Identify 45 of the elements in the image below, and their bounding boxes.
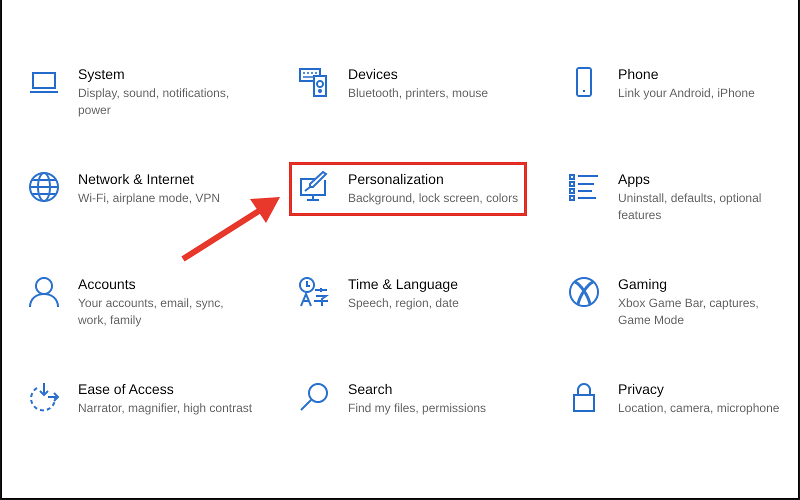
tile-title: Time & Language — [348, 275, 459, 293]
tile-title: Personalization — [348, 170, 445, 188]
tile-description: Location, camera, microphone — [618, 400, 780, 417]
tile-title: Search — [348, 380, 394, 398]
tile-description: Link your Android, iPhone — [618, 85, 755, 102]
dashed-circle-arrow-icon — [28, 381, 60, 413]
tile-title: System — [78, 65, 126, 83]
tile-description: Find my files, permissions — [348, 400, 486, 417]
settings-tile[interactable]: Search Find my files, permissions — [289, 372, 496, 426]
list-icon — [568, 171, 600, 203]
tile-description: Xbox Game Bar, captures, Game Mode — [618, 295, 760, 329]
tile-description: Display, sound, notifications, power — [78, 85, 230, 119]
search-icon — [298, 381, 330, 413]
settings-tile[interactable]: Devices Bluetooth, printers, mouse — [289, 57, 498, 111]
globe-icon — [28, 171, 60, 203]
tile-title: Devices — [348, 65, 399, 83]
tile-description: Your accounts, email, sync, work, family — [78, 295, 225, 329]
monitor-brush-icon — [298, 171, 330, 203]
tile-description: Uninstall, defaults, optional features — [618, 190, 762, 224]
settings-tile[interactable]: Apps Uninstall, defaults, optional features — [559, 162, 797, 233]
settings-tile[interactable]: Ease of Access Narrator, magnifier, high contrast — [19, 372, 262, 426]
tile-description: Bluetooth, printers, mouse — [348, 85, 488, 102]
settings-tile[interactable]: Time & Language Speech, region, date — [289, 267, 468, 321]
keyboard-speaker-icon — [298, 66, 330, 98]
tile-description: Narrator, magnifier, high contrast — [78, 400, 252, 417]
clock-letters-icon — [298, 276, 330, 308]
settings-tile[interactable]: Network & Internet Wi-Fi, airplane mode, VPN — [19, 162, 230, 216]
settings-tile[interactable]: Personalization Background, lock screen, colors — [289, 162, 528, 216]
settings-tile[interactable]: Gaming Xbox Game Bar, captures, Game Mode — [559, 267, 797, 338]
tile-description: Speech, region, date — [348, 295, 459, 312]
tile-title: Ease of Access — [78, 380, 175, 398]
tile-title: Phone — [618, 65, 660, 83]
tile-title: Network & Internet — [78, 170, 195, 188]
tile-title: Accounts — [78, 275, 137, 293]
settings-tile[interactable]: Privacy Location, camera, microphone — [559, 372, 788, 426]
tile-title: Gaming — [618, 275, 668, 293]
person-icon — [28, 276, 60, 308]
settings-tile[interactable]: System Display, sound, notifications, power — [19, 57, 263, 128]
tile-title: Apps — [618, 170, 651, 188]
tile-description: Background, lock screen, colors — [348, 190, 518, 207]
tile-title: Privacy — [618, 380, 665, 398]
settings-tile[interactable]: Accounts Your accounts, email, sync, work, family — [19, 267, 263, 338]
xbox-icon — [568, 276, 600, 308]
tile-description: Wi-Fi, airplane mode, VPN — [78, 190, 220, 207]
settings-tile[interactable]: Phone Link your Android, iPhone — [559, 57, 764, 111]
